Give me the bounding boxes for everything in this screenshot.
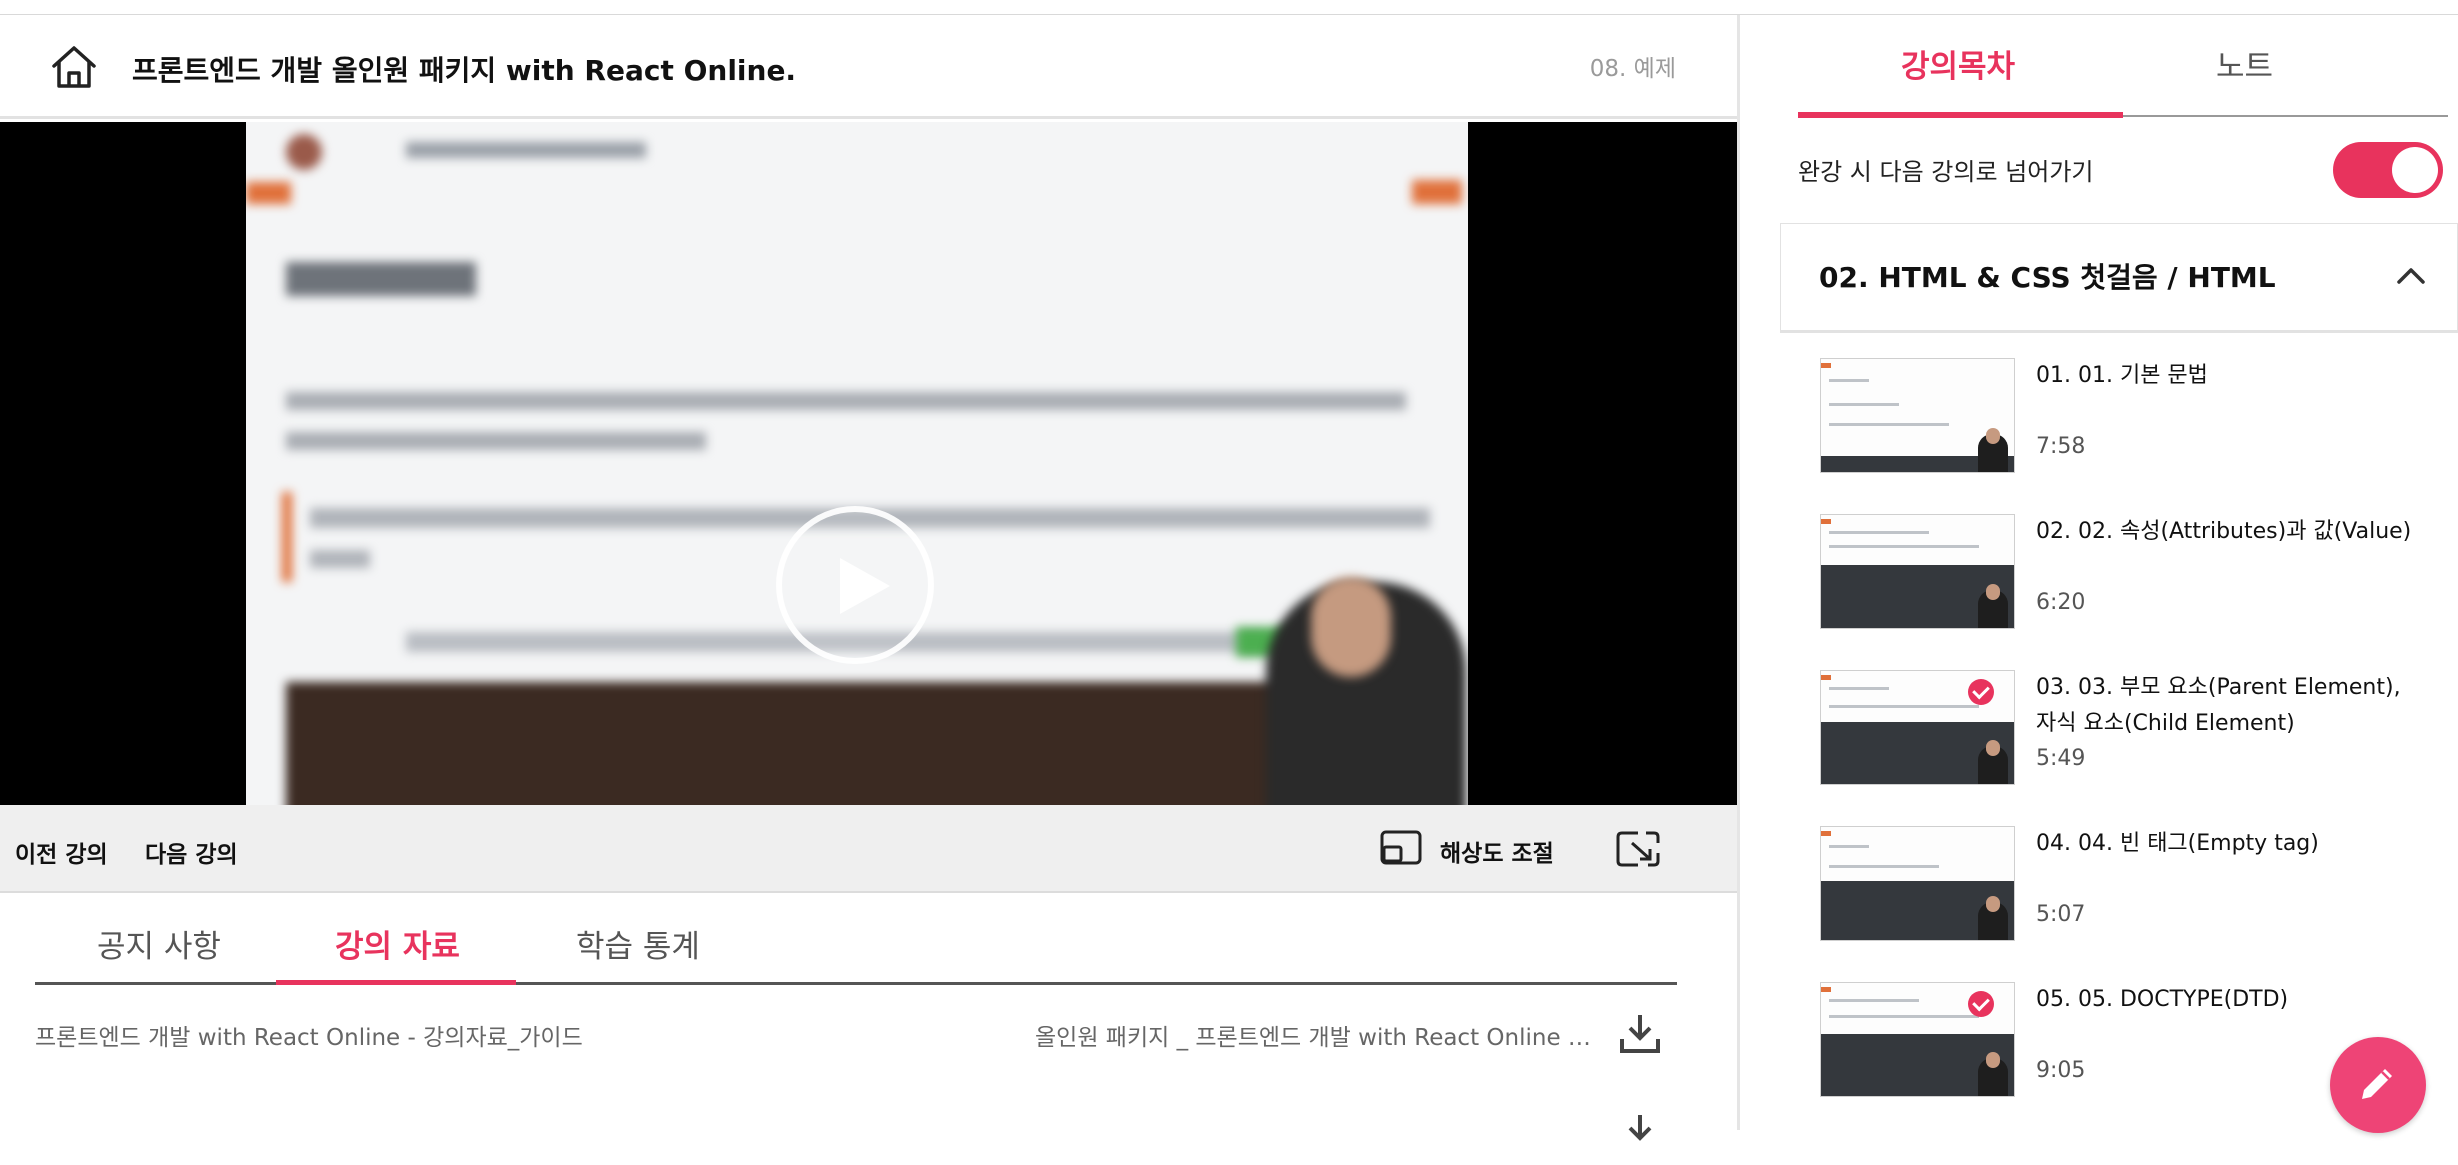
lesson-title: 03. 03. 부모 요소(Parent Element), 자식 요소(Chi… [2036, 675, 2401, 736]
lesson-item[interactable]: 04. 04. 빈 태그(Empty tag) 5:07 [1820, 826, 2440, 976]
video-player[interactable] [0, 122, 1737, 805]
lesson-title: 02. 02. 속성(Attributes)과 값(Value) [2036, 519, 2412, 544]
pencil-icon[interactable] [2330, 1037, 2426, 1133]
pip-icon[interactable] [1380, 829, 1422, 867]
lesson-duration: 9:05 [2036, 1058, 2086, 1083]
play-icon[interactable] [776, 506, 934, 664]
course-title: 프론트엔드 개발 올인원 패키지 with React Online. [132, 54, 797, 87]
section-title: 02. HTML & CSS 첫걸음 / HTML [1819, 261, 2276, 294]
slide-heading [286, 262, 476, 296]
slide-tag [1412, 180, 1462, 204]
lesson-title: 01. 01. 기본 문법 [2036, 363, 2208, 388]
completed-check-icon [1968, 991, 1994, 1017]
tab-statistics[interactable]: 학습 통계 [576, 921, 700, 966]
player-panel: 프론트엔드 개발 올인원 패키지 with React Online. 08. … [0, 15, 1737, 1141]
curriculum-sidebar: 강의목차 노트 완강 시 다음 강의로 넘어가기 02. HTML & CSS … [1740, 15, 2458, 1130]
material-name: 프론트엔드 개발 with React Online - 강의자료_가이드 [35, 1025, 583, 1051]
lesson-thumbnail [1820, 982, 2015, 1097]
tab-curriculum[interactable]: 강의목차 [1901, 41, 2015, 86]
section-header[interactable]: 02. HTML & CSS 첫걸음 / HTML [1780, 223, 2458, 333]
info-tabs: 공지 사항 강의 자료 학습 통계 [35, 895, 1677, 985]
slide-image [286, 682, 1426, 805]
tab-notice[interactable]: 공지 사항 [97, 921, 221, 966]
lesson-duration: 5:49 [2036, 746, 2086, 771]
lesson-thumbnail [1820, 826, 2015, 941]
lesson-item[interactable]: 03. 03. 부모 요소(Parent Element), 자식 요소(Chi… [1820, 670, 2440, 820]
next-lesson-button[interactable]: 다음 강의 [145, 835, 238, 869]
slide-header-text [406, 142, 646, 158]
slide-text-line [310, 550, 370, 568]
lesson-duration: 6:20 [2036, 590, 2086, 615]
slide-text-line [286, 432, 706, 450]
lesson-duration: 7:58 [2036, 434, 2086, 459]
lesson-thumbnail [1820, 358, 2015, 473]
top-border [0, 0, 2458, 15]
material-row: 프론트엔드 개발 with React Online - 강의자료_가이드 올인… [35, 1005, 1677, 1065]
slide-text-line [286, 392, 1406, 410]
tab-materials[interactable]: 강의 자료 [335, 921, 460, 966]
autoplay-label: 완강 시 다음 강의로 넘어가기 [1798, 158, 2094, 186]
lesson-title: 04. 04. 빈 태그(Empty tag) [2036, 831, 2319, 856]
download-icon[interactable] [1618, 1111, 1662, 1155]
active-tab-indicator [276, 980, 516, 985]
slide-avatar [286, 134, 322, 170]
player-controls: 이전 강의 다음 강의 해상도 조절 [0, 805, 1737, 893]
toggle-knob [2392, 147, 2438, 193]
slide-quote-bar [282, 492, 292, 582]
previous-lesson-button[interactable]: 이전 강의 [15, 835, 108, 869]
expand-icon[interactable] [1616, 829, 1660, 869]
chevron-up-icon[interactable] [2395, 264, 2427, 286]
lesson-duration: 5:07 [2036, 902, 2086, 927]
tab-notes[interactable]: 노트 [2216, 41, 2273, 86]
active-tab-indicator [1798, 112, 2123, 118]
completed-check-icon [1968, 679, 1994, 705]
lesson-item[interactable]: 02. 02. 속성(Attributes)과 값(Value) 6:20 [1820, 514, 2440, 664]
instructor-head [1311, 577, 1391, 677]
quality-button[interactable]: 해상도 조절 [1440, 834, 1554, 868]
autoplay-toggle[interactable] [2333, 142, 2443, 198]
player-header: 프론트엔드 개발 올인원 패키지 with React Online. 08. … [0, 15, 1737, 119]
material-row [35, 1105, 1677, 1165]
slide-tag [246, 182, 291, 204]
lesson-title: 05. 05. DOCTYPE(DTD) [2036, 987, 2289, 1012]
lesson-thumbnail [1820, 670, 2015, 785]
lesson-item[interactable]: 01. 01. 기본 문법 7:58 [1820, 358, 2440, 508]
home-icon[interactable] [48, 41, 100, 93]
download-icon[interactable] [1618, 1011, 1662, 1055]
lesson-number: 08. 예제 [1589, 56, 1676, 82]
material-file[interactable]: 올인원 패키지 _ 프론트엔드 개발 with React Online - 강… [1035, 1018, 1595, 1052]
video-frame [246, 122, 1468, 805]
lesson-thumbnail [1820, 514, 2015, 629]
sidebar-tabs: 강의목차 노트 [1798, 15, 2448, 118]
